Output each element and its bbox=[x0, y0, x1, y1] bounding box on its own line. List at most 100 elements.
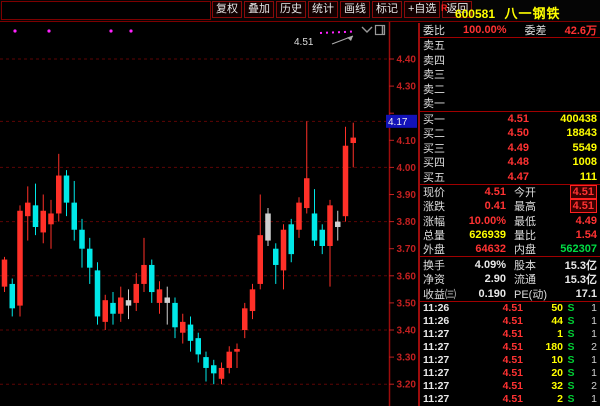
tick-list[interactable]: 11:264.5150S111:264.5144S111:274.511S111… bbox=[420, 302, 600, 406]
candle-body bbox=[165, 297, 171, 302]
tick-row: 11:274.51180S2 bbox=[420, 341, 600, 354]
add-watchlist-button[interactable]: +自选 bbox=[404, 1, 440, 18]
candle-body bbox=[103, 300, 109, 322]
buy-level-volume: 18843 bbox=[529, 127, 597, 139]
stat-value: 2.90 bbox=[485, 273, 506, 285]
sell-level-row: 卖三 bbox=[420, 67, 600, 82]
tick-volume: 2 bbox=[523, 393, 563, 405]
buy-level-row: 买三4.495549 bbox=[420, 141, 600, 156]
tick-row: 11:274.5110S1 bbox=[420, 354, 600, 367]
stat-value: 1.54 bbox=[576, 229, 597, 241]
y-axis-label: 4.30 bbox=[397, 82, 417, 93]
quote-stat-row: 现价4.51今开4.51 bbox=[420, 185, 600, 199]
candle-body bbox=[320, 230, 326, 246]
tick-row: 11:274.5120S1 bbox=[420, 367, 600, 380]
draw-line-button[interactable]: 画线 bbox=[340, 1, 370, 18]
candle-body bbox=[211, 365, 217, 373]
candle-body bbox=[33, 205, 39, 227]
stat-value: 0.190 bbox=[478, 288, 506, 300]
mark-button[interactable]: 标记 bbox=[372, 1, 402, 18]
y-axis-label: 4.00 bbox=[397, 163, 417, 174]
tick-price: 4.51 bbox=[461, 354, 523, 366]
weibi-value: 100.00% bbox=[463, 24, 506, 36]
quote-stat-row-left: 外盘64632 bbox=[423, 241, 506, 257]
restore-rights-button[interactable]: 复权 bbox=[212, 1, 242, 18]
candle-body bbox=[203, 357, 209, 368]
overlay-button[interactable]: 叠加 bbox=[244, 1, 274, 18]
buy-level-volume: 400438 bbox=[529, 113, 597, 125]
candle-body bbox=[149, 265, 155, 292]
statistics-button[interactable]: 统计 bbox=[308, 1, 338, 18]
history-button[interactable]: 历史 bbox=[276, 1, 306, 18]
kline-chart[interactable]: 4.404.304.104.003.903.803.703.603.503.40… bbox=[0, 22, 420, 406]
sell-level-row: 卖一 bbox=[420, 96, 600, 111]
stat-value: 562307 bbox=[560, 243, 597, 255]
candle-body bbox=[258, 235, 264, 284]
tick-row: 11:264.5144S1 bbox=[420, 315, 600, 328]
tick-volume: 50 bbox=[523, 302, 563, 314]
quote-panel: 委比 100.00% 委差 42.6万 卖五卖四卖三卖二卖一 买一4.51400… bbox=[418, 23, 600, 406]
tick-volume: 44 bbox=[523, 315, 563, 327]
candle-body bbox=[273, 249, 279, 265]
tick-time: 11:27 bbox=[423, 354, 461, 366]
buy-level-row: 买五4.47111 bbox=[420, 170, 600, 185]
candle-body bbox=[17, 211, 23, 306]
symbol-input-box[interactable] bbox=[1, 1, 211, 20]
buy-level-volume: 111 bbox=[529, 171, 597, 183]
stat-value: 626939 bbox=[469, 229, 506, 241]
candle-body bbox=[79, 230, 85, 249]
stat-label: PE(动) bbox=[514, 286, 547, 302]
stat-value: 4.09% bbox=[475, 259, 506, 271]
candle-body bbox=[157, 289, 163, 303]
tick-volume: 180 bbox=[523, 341, 563, 353]
candle-body bbox=[351, 138, 357, 143]
candle-body bbox=[126, 300, 132, 305]
candle-body bbox=[10, 284, 16, 308]
stock-title: R 600581 八一钢铁 bbox=[441, 3, 560, 23]
fundamental-row: 收益㈢0.190PE(动)17.1 bbox=[420, 286, 600, 301]
quote-stat-row: 外盘64632 内盘562307 bbox=[420, 242, 600, 256]
event-marker-dot bbox=[109, 29, 112, 32]
candle-body bbox=[180, 322, 186, 333]
tick-direction: S bbox=[563, 315, 579, 327]
tick-price: 4.51 bbox=[461, 302, 523, 314]
tick-count: 1 bbox=[579, 315, 597, 327]
tick-direction: S bbox=[563, 341, 579, 353]
tick-count: 2 bbox=[579, 380, 597, 392]
buy-level-price: 4.49 bbox=[457, 142, 529, 154]
candle-body bbox=[250, 289, 256, 311]
stat-value: 4.49 bbox=[576, 215, 597, 227]
y-axis-label: 3.90 bbox=[397, 190, 417, 201]
tick-row: 11:274.512S1 bbox=[420, 393, 600, 406]
event-marker-dot bbox=[129, 29, 132, 32]
tick-time: 11:27 bbox=[423, 380, 461, 392]
candle-body bbox=[343, 146, 349, 216]
candle-body bbox=[110, 303, 116, 314]
candle-body bbox=[327, 205, 333, 246]
candle-body bbox=[95, 270, 101, 316]
y-axis-label: 3.20 bbox=[397, 380, 417, 391]
buy-level-price: 4.50 bbox=[457, 127, 529, 139]
quote-stat-row: 总量626939量比1.54 bbox=[420, 228, 600, 242]
y-axis-label: 3.60 bbox=[397, 271, 417, 282]
tick-time: 11:26 bbox=[423, 302, 461, 314]
event-marker-dot bbox=[13, 29, 16, 32]
tick-direction: S bbox=[563, 354, 579, 366]
toolbar: 复权叠加历史统计画线标记+自选返回 R 600581 八一钢铁 bbox=[0, 0, 600, 22]
tick-count: 1 bbox=[579, 328, 597, 340]
sell-level-label: 卖一 bbox=[423, 95, 457, 111]
candle-body bbox=[64, 176, 70, 203]
stat-value: 0.41 bbox=[485, 200, 506, 212]
tick-count: 1 bbox=[579, 354, 597, 366]
y-axis-label: 3.80 bbox=[397, 217, 417, 228]
candle-body bbox=[134, 284, 140, 303]
quote-stat-row-right: 内盘562307 bbox=[514, 241, 597, 257]
chevron-down-icon[interactable] bbox=[362, 27, 372, 32]
tick-price: 4.51 bbox=[461, 315, 523, 327]
quote-stat-row: 涨幅10.00%最低4.49 bbox=[420, 214, 600, 228]
tick-count: 2 bbox=[579, 341, 597, 353]
margin-flag: R bbox=[441, 3, 448, 13]
candle-body bbox=[234, 349, 240, 352]
candle-body bbox=[281, 230, 287, 271]
candle-body bbox=[25, 203, 31, 217]
